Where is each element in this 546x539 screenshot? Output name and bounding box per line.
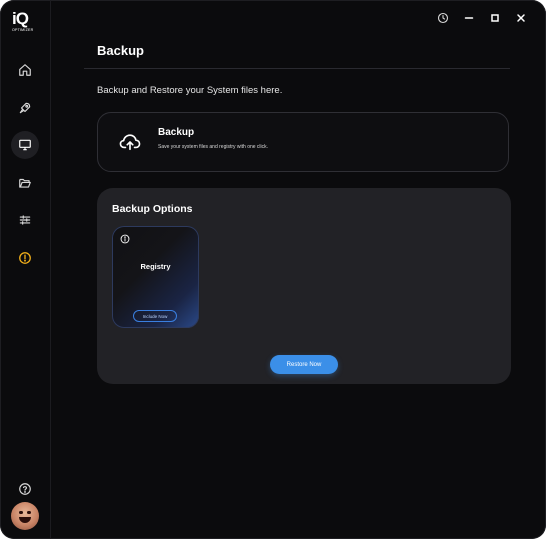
close-button[interactable]: [514, 11, 528, 25]
registry-label: Registry: [140, 262, 171, 271]
sidebar-item-home[interactable]: [11, 56, 39, 84]
avatar-eye-left: [19, 511, 23, 514]
help-button[interactable]: [11, 475, 39, 503]
titlebar-controls: [436, 10, 528, 26]
folder-open-icon: [19, 178, 31, 188]
home-icon: [19, 64, 31, 76]
app-window: iQ OPTIMIZER Backup Backup and Restore y…: [0, 0, 546, 539]
restore-now-button[interactable]: Restore Now: [270, 355, 338, 374]
sidebar: iQ OPTIMIZER: [0, 0, 51, 539]
history-icon: [437, 12, 449, 24]
maximize-button[interactable]: [488, 11, 502, 25]
avatar-eye-right: [27, 511, 31, 514]
logo-text: iQ: [12, 9, 29, 28]
backup-card[interactable]: Backup Save your system files and regist…: [97, 112, 509, 172]
app-logo: iQ OPTIMIZER: [12, 10, 40, 36]
monitor-icon: [19, 139, 31, 151]
backup-card-title: Backup: [158, 127, 195, 138]
header-divider: [84, 68, 510, 69]
minimize-button[interactable]: [462, 11, 476, 25]
sidebar-item-boost[interactable]: [11, 94, 39, 122]
minimize-icon: [464, 17, 474, 19]
backup-options-panel: Backup Options Registry Include Now Rest…: [97, 188, 511, 384]
rocket-icon: [19, 102, 31, 114]
history-button[interactable]: [436, 11, 450, 25]
info-icon[interactable]: [120, 234, 130, 244]
logo-subtext: OPTIMIZER: [12, 28, 34, 32]
registry-option-card[interactable]: Registry Include Now: [112, 226, 199, 328]
cloud-upload-icon: [119, 134, 141, 151]
sidebar-item-tweaks[interactable]: [11, 206, 39, 234]
sidebar-item-system[interactable]: [11, 131, 39, 159]
user-avatar[interactable]: [11, 502, 39, 530]
close-icon: [517, 14, 525, 22]
page-title: Backup: [97, 43, 144, 58]
sliders-icon: [19, 215, 31, 225]
help-circle-icon: [19, 483, 31, 495]
sidebar-item-alerts[interactable]: [11, 244, 39, 272]
alert-circle-icon: [19, 252, 31, 264]
maximize-icon: [491, 14, 499, 22]
page-subtitle: Backup and Restore your System files her…: [97, 85, 283, 96]
include-now-button[interactable]: Include Now: [133, 310, 177, 322]
backup-options-title: Backup Options: [112, 203, 193, 215]
avatar-mouth: [19, 517, 31, 523]
sidebar-item-files[interactable]: [11, 169, 39, 197]
backup-card-description: Save your system files and registry with…: [158, 144, 269, 150]
